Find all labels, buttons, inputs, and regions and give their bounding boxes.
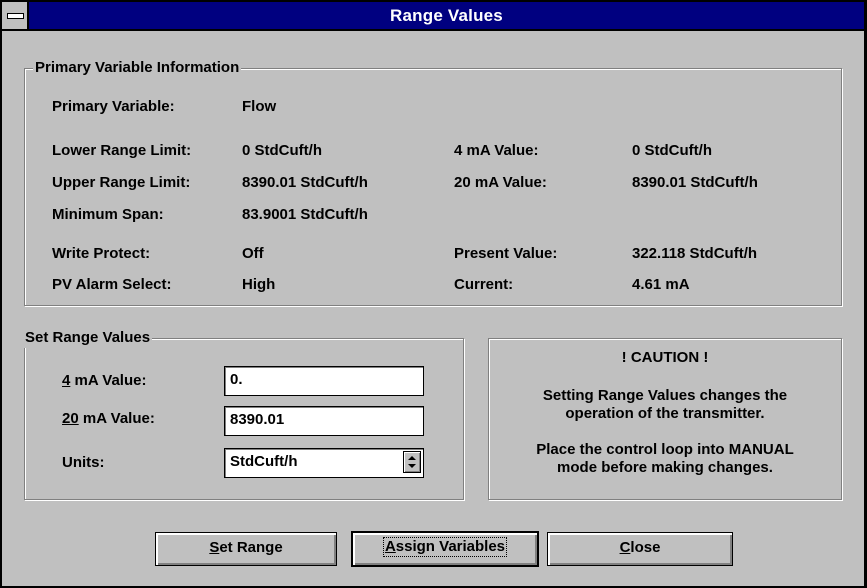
caution-line-2: operation of the transmitter. <box>565 405 765 422</box>
twenty-ma-input[interactable]: 8390.01 <box>224 406 424 436</box>
primary-variable-label: Primary Variable: <box>52 98 175 115</box>
present-value-value: 322.118 StdCuft/h <box>632 245 758 262</box>
current-label: Current: <box>454 276 514 293</box>
four-ma-input-label: 4 mA Value: <box>62 372 146 390</box>
caution-line-4: mode before making changes. <box>557 459 773 476</box>
caution-line-1: Setting Range Values changes the <box>542 387 788 404</box>
set-range-button[interactable]: Set Range <box>155 532 337 566</box>
write-protect-value: Off <box>242 245 264 262</box>
assign-variables-hotkey: A <box>384 538 396 555</box>
twenty-ma-label-text: mA Value: <box>78 410 155 427</box>
lower-range-limit-label: Lower Range Limit: <box>52 142 192 159</box>
minimum-span-label: Minimum Span: <box>52 206 164 223</box>
upper-range-limit-value: 8390.01 StdCuft/h <box>242 174 368 191</box>
set-range-hotkey: S <box>209 539 220 556</box>
four-ma-input[interactable]: 0. <box>224 366 424 396</box>
spin-down-icon <box>408 464 416 468</box>
close-button-label: lose <box>630 539 661 556</box>
units-label: Units: <box>62 454 105 471</box>
twenty-ma-input-label: 20 mA Value: <box>62 410 155 428</box>
system-menu-icon <box>7 13 24 19</box>
pv-alarm-select-value: High <box>242 276 276 293</box>
upper-range-limit-label: Upper Range Limit: <box>52 174 191 191</box>
write-protect-label: Write Protect: <box>52 245 151 262</box>
lower-range-limit-value: 0 StdCuft/h <box>242 142 322 159</box>
set-range-button-label: et Range <box>219 539 283 556</box>
twenty-ma-value-value: 8390.01 StdCuft/h <box>632 174 758 191</box>
pv-alarm-select-label: PV Alarm Select: <box>52 276 172 293</box>
window-title: Range Values <box>390 6 503 25</box>
present-value-label: Present Value: <box>454 245 558 262</box>
close-button[interactable]: Close <box>547 532 733 566</box>
caution-panel: ! CAUTION ! Setting Range Values changes… <box>488 338 842 500</box>
four-ma-label-text: mA Value: <box>70 372 147 389</box>
units-select[interactable]: StdCuft/h <box>224 448 424 478</box>
twenty-ma-value-label: 20 mA Value: <box>454 174 547 191</box>
assign-variables-button[interactable]: Assign Variables <box>351 531 539 567</box>
title-bar[interactable]: Range Values <box>2 2 864 31</box>
primary-variable-info-label: Primary Variable Information <box>33 58 242 78</box>
units-select-value: StdCuft/h <box>230 453 298 470</box>
units-spinner[interactable] <box>403 451 421 473</box>
caution-line-3: Place the control loop into MANUAL <box>536 441 794 458</box>
assign-variables-focus: Assign Variables <box>382 537 508 557</box>
assign-variables-button-label: ssign Variables <box>395 538 506 555</box>
system-menu-button[interactable] <box>2 2 29 29</box>
current-value: 4.61 mA <box>632 276 690 293</box>
set-range-values-label: Set Range Values <box>23 328 153 348</box>
range-values-dialog: Range Values Primary Variable Informatio… <box>0 0 867 588</box>
minimum-span-value: 83.9001 StdCuft/h <box>242 206 368 223</box>
twenty-ma-hotkey: 20 <box>62 410 79 427</box>
primary-variable-value: Flow <box>242 98 277 115</box>
caution-heading: ! CAUTION ! <box>621 349 709 366</box>
four-ma-value-label: 4 mA Value: <box>454 142 539 159</box>
spin-up-icon <box>408 456 416 460</box>
four-ma-value-value: 0 StdCuft/h <box>632 142 712 159</box>
close-hotkey: C <box>619 539 631 556</box>
